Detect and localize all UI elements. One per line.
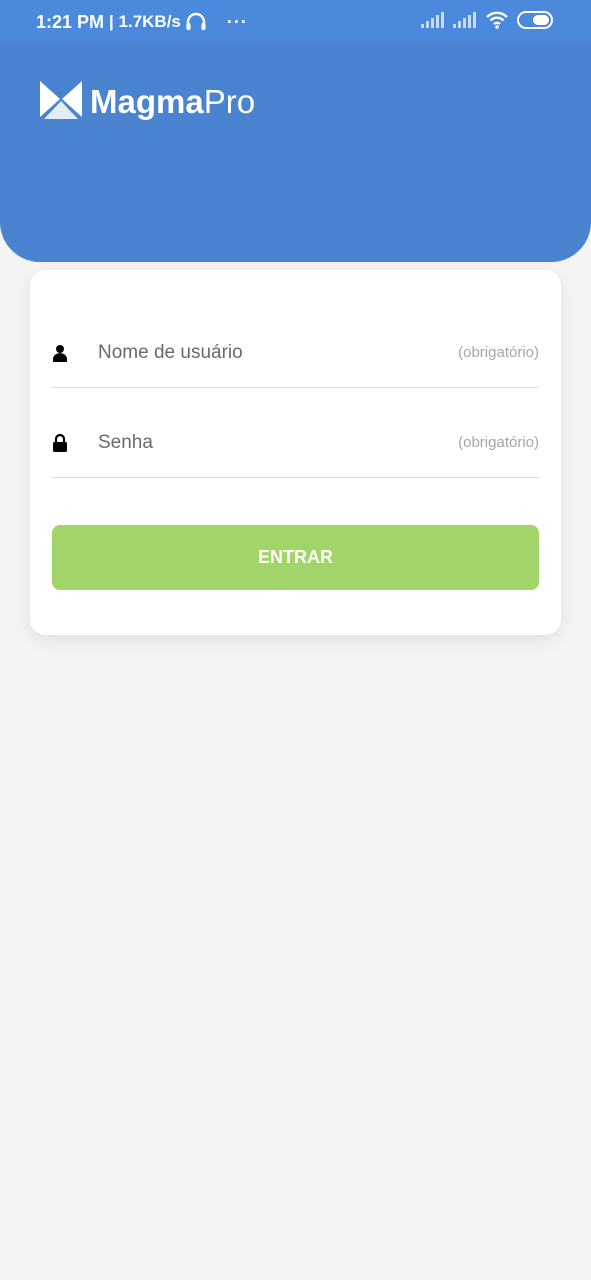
- username-required-label: (obrigatório): [458, 344, 539, 361]
- headset-icon: [185, 12, 207, 32]
- logo-mark-icon: [40, 79, 82, 124]
- magmapro-logo: MagmaPro: [40, 79, 255, 124]
- password-required-label: (obrigatório): [458, 434, 539, 451]
- status-time: 1:21 PM: [36, 11, 105, 32]
- password-input[interactable]: [98, 422, 459, 463]
- signal-icon: [421, 11, 445, 33]
- login-button[interactable]: ENTRAR: [52, 525, 539, 590]
- logo-text-light: Pro: [203, 82, 256, 120]
- wifi-icon: [485, 11, 509, 34]
- password-field: (obrigatório): [52, 408, 539, 478]
- status-bar: 1:21 PM | 1.7KB/s ···: [0, 0, 591, 44]
- login-card: (obrigatório) (obrigatório) ENTRAR: [30, 270, 561, 635]
- more-notifications-icon: ···: [226, 11, 248, 32]
- username-input[interactable]: [98, 332, 459, 373]
- logo-text-bold: Magma: [90, 82, 204, 120]
- lock-icon: [52, 433, 68, 452]
- logo-text: MagmaPro: [90, 83, 255, 121]
- signal-icon-2: [453, 11, 477, 33]
- battery-icon: [517, 10, 555, 34]
- header-banner: MagmaPro: [0, 44, 591, 262]
- user-icon: [52, 344, 68, 362]
- network-speed: | 1.7KB/s: [109, 12, 181, 31]
- username-field: (obrigatório): [52, 318, 539, 388]
